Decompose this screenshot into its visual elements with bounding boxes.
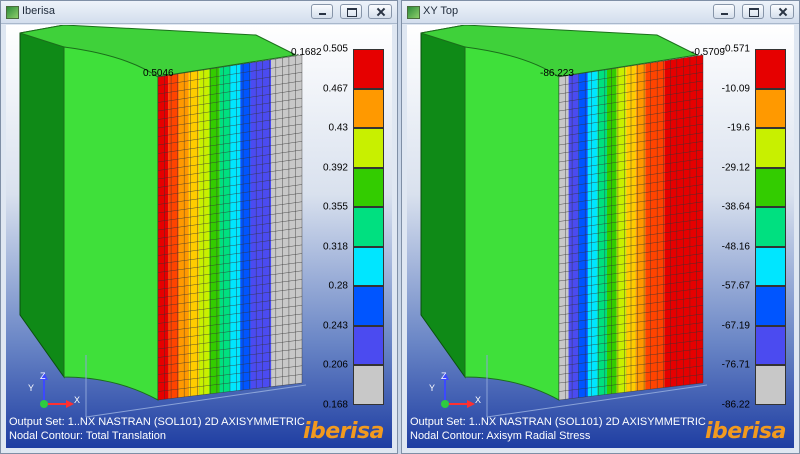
legend-tick: -10.09	[721, 83, 750, 95]
outer-radius-label: 0.1682	[291, 47, 322, 58]
minimize-button[interactable]	[311, 4, 334, 19]
legend-tick: 0.28	[328, 280, 348, 292]
legend-swatch	[353, 49, 384, 89]
legend-swatch	[755, 286, 786, 326]
iberisa-logo: iberisa	[704, 419, 787, 444]
side-face	[420, 25, 466, 379]
legend-tick: -29.12	[721, 162, 750, 174]
app-icon	[6, 6, 19, 19]
triad-y-label: Y	[28, 383, 35, 393]
contour-type-text: Nodal Contour: Total Translation	[9, 430, 166, 442]
axis-triad	[40, 372, 74, 408]
model-viewport[interactable]: -86.223 -0.5709 -0.571 -10.09 -19.6 -29.…	[407, 25, 794, 448]
legend-swatch	[755, 207, 786, 247]
maximize-button[interactable]	[339, 4, 362, 19]
legend-tick: 0.318	[322, 241, 348, 253]
output-set-text: Output Set: 1..NX NASTRAN (SOL101) 2D AX…	[410, 416, 706, 428]
triad-x-label: X	[475, 395, 482, 405]
legend-tick: -86.22	[721, 399, 750, 411]
legend-swatch	[353, 246, 384, 287]
model-viewport[interactable]: 0.5046 0.1682 0.505 0.467 0.43 0.392 0.3…	[6, 25, 392, 448]
legend-swatch	[755, 128, 786, 168]
legend-swatch	[353, 128, 384, 168]
inner-radius-label: 0.5046	[143, 68, 174, 79]
legend-tick: 0.392	[322, 162, 348, 174]
legend-swatch	[755, 167, 786, 208]
legend-tick: 0.355	[322, 201, 348, 213]
triad-z-label: Z	[441, 371, 447, 381]
maximize-button[interactable]	[741, 4, 764, 19]
triad-x-label: X	[74, 395, 81, 405]
output-set-text: Output Set: 1..NX NASTRAN (SOL101) 2D AX…	[9, 416, 305, 428]
legend-tick: 0.505	[322, 43, 348, 55]
triad-y-label: Y	[429, 383, 436, 393]
legend-tick: -38.64	[721, 201, 750, 213]
legend-swatch	[755, 325, 786, 366]
legend-tick: 0.243	[322, 320, 348, 332]
legend-swatch	[353, 167, 384, 208]
window-title: XY Top	[423, 5, 459, 17]
legend-swatch	[755, 246, 786, 287]
legend-swatch	[755, 49, 786, 89]
window-right: XY Top -86.223 -0.5709 -0.571 -10.09 -19…	[401, 0, 800, 454]
curved-face	[63, 46, 159, 401]
legend-swatch	[353, 365, 384, 405]
legend-swatch	[353, 207, 384, 247]
iberisa-logo: iberisa	[302, 419, 385, 444]
side-face	[19, 25, 65, 379]
title-bar[interactable]: Iberisa	[1, 1, 397, 24]
legend-tick: 0.168	[322, 399, 348, 411]
triad-z-label: Z	[40, 371, 46, 381]
legend-tick: -0.571	[721, 43, 750, 55]
contour-legend	[755, 49, 786, 405]
legend-tick: 0.467	[322, 83, 348, 95]
window-left: Iberisa 0.5046 0.1682 0.505 0.467 0.43 0…	[0, 0, 398, 454]
legend-swatch	[353, 286, 384, 326]
legend-tick: -76.71	[721, 359, 750, 371]
minimize-button[interactable]	[713, 4, 736, 19]
legend-tick: -67.19	[721, 320, 750, 332]
inner-radius-label: -86.223	[540, 68, 574, 79]
outer-radius-label: -0.5709	[691, 47, 725, 58]
legend-tick: -19.6	[727, 122, 750, 134]
close-button[interactable]	[770, 4, 794, 19]
legend-swatch	[755, 365, 786, 405]
contour-type-text: Nodal Contour: Axisym Radial Stress	[410, 430, 591, 442]
legend-tick: 0.206	[322, 359, 348, 371]
axis-triad	[441, 372, 475, 408]
legend-tick: -57.67	[721, 280, 750, 292]
window-title: Iberisa	[22, 5, 56, 17]
legend-tick: 0.43	[328, 122, 348, 134]
title-bar[interactable]: XY Top	[402, 1, 799, 24]
legend-swatch	[755, 88, 786, 129]
app-icon	[407, 6, 420, 19]
contour-legend	[353, 49, 384, 405]
legend-tick: -48.16	[721, 241, 750, 253]
close-button[interactable]	[368, 4, 392, 19]
curved-face	[464, 46, 560, 401]
legend-swatch	[353, 88, 384, 129]
legend-swatch	[353, 325, 384, 366]
